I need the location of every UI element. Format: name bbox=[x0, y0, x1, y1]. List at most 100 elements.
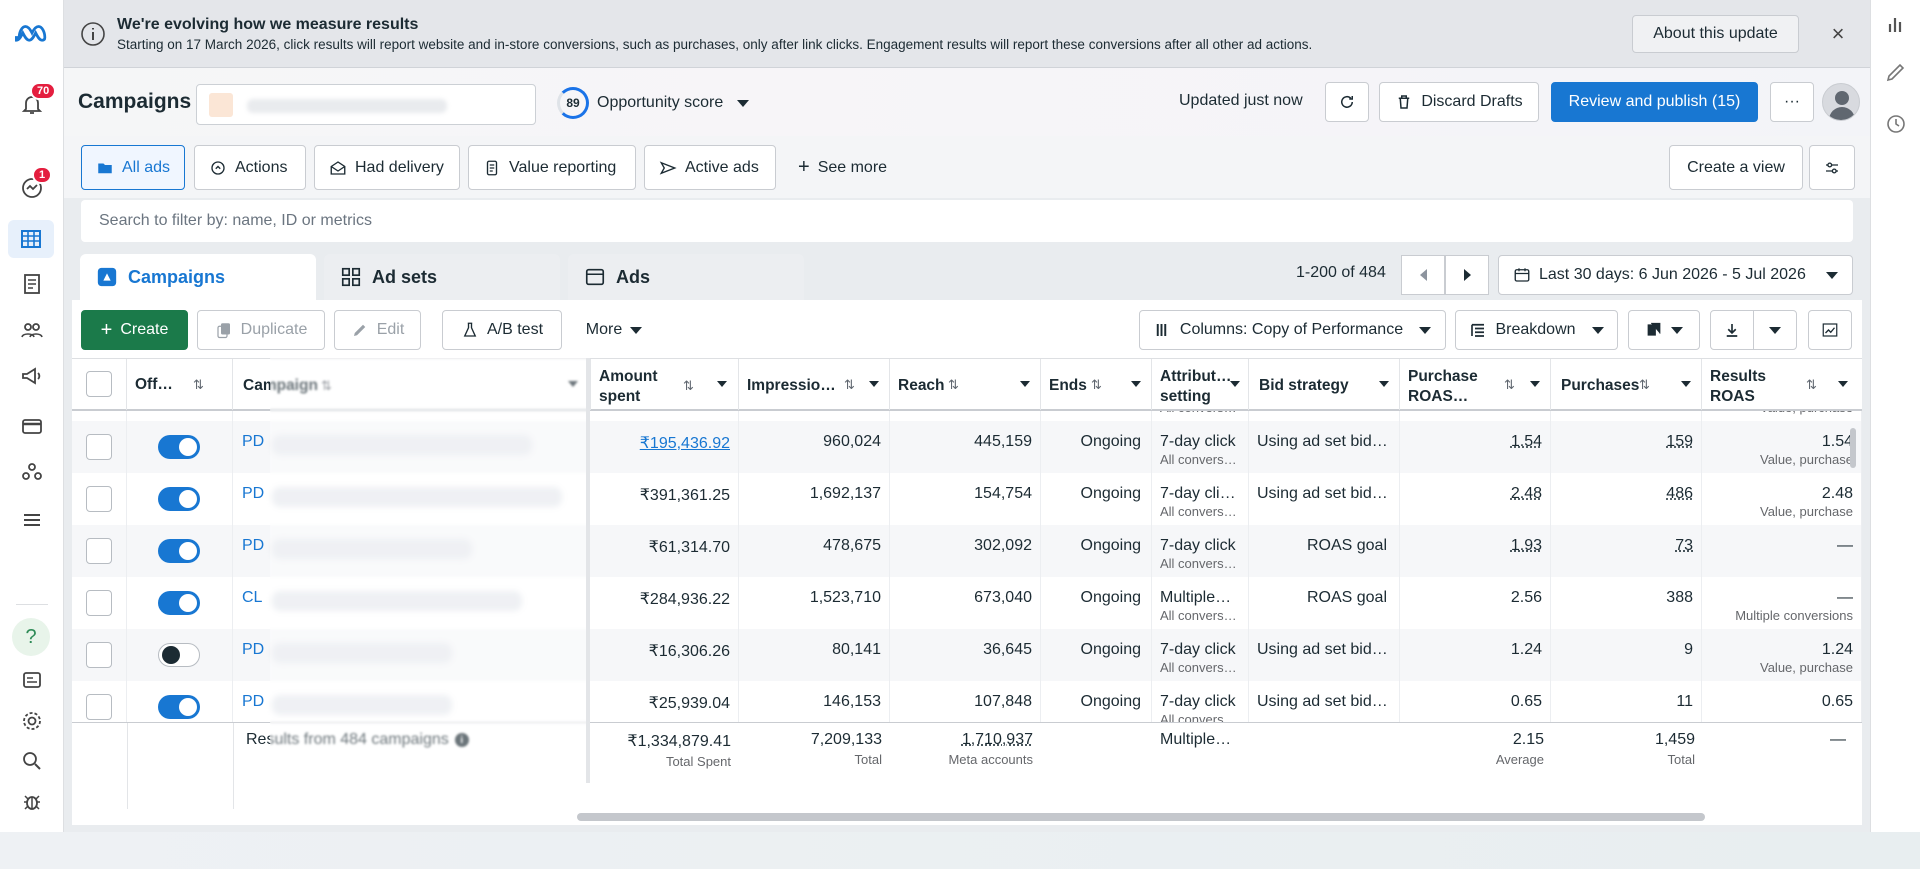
filter-had-delivery[interactable]: Had delivery bbox=[314, 145, 460, 190]
footer-value[interactable]: 1,710,937 bbox=[962, 731, 1033, 748]
col-header-ends[interactable]: Ends ⇅ bbox=[1041, 359, 1152, 410]
export-button[interactable] bbox=[1710, 310, 1754, 350]
table-row[interactable]: PD ₹391,361.25 1,692,137 154,754 Ongoing 7-da… bbox=[72, 473, 1862, 525]
billing-card-icon[interactable] bbox=[16, 410, 48, 442]
tab-campaigns[interactable]: Campaigns bbox=[80, 254, 316, 300]
catalog-icon[interactable] bbox=[16, 268, 48, 300]
history-clock-icon[interactable] bbox=[1884, 112, 1908, 136]
vertical-scrollbar[interactable] bbox=[1850, 428, 1856, 468]
col-header-attribution[interactable]: Attribut… setting bbox=[1152, 359, 1249, 410]
columns-button[interactable]: Columns: Copy of Performance bbox=[1139, 310, 1446, 350]
select-all-checkbox[interactable] bbox=[86, 371, 112, 397]
megaphone-icon[interactable] bbox=[16, 360, 48, 392]
flask-icon bbox=[463, 322, 477, 337]
col-header-reach[interactable]: Reach ⇅ bbox=[890, 359, 1041, 410]
col-header-campaign[interactable]: Campaign ⇅ bbox=[233, 359, 591, 410]
export-options-button[interactable] bbox=[1753, 310, 1797, 350]
table-row[interactable]: PD ₹16,306.26 80,141 36,645 Ongoing 7-day cli… bbox=[72, 629, 1862, 681]
row-checkbox[interactable] bbox=[86, 434, 112, 460]
close-icon[interactable]: × bbox=[1826, 22, 1850, 46]
reports-icon[interactable] bbox=[16, 664, 48, 696]
row-checkbox[interactable] bbox=[86, 590, 112, 616]
filter-chip-label: Had delivery bbox=[355, 158, 444, 176]
cell-value[interactable]: 159 bbox=[1666, 433, 1693, 450]
review-publish-button[interactable]: Review and publish (15) bbox=[1551, 82, 1758, 122]
col-header-purchase-roas[interactable]: Purchase ROAS… ⇅ bbox=[1400, 359, 1551, 410]
avatar[interactable] bbox=[1822, 83, 1860, 121]
see-more-button[interactable]: + See more bbox=[784, 145, 901, 190]
col-header-amount-spent[interactable]: Amount spent ⇅ bbox=[591, 359, 739, 410]
table-row[interactable]: PD ₹25,939.04 146,153 107,848 Ongoing 7-day c… bbox=[72, 681, 1862, 722]
row-checkbox[interactable] bbox=[86, 538, 112, 564]
info-icon[interactable]: i bbox=[454, 733, 469, 747]
ab-test-button[interactable]: A/B test bbox=[442, 310, 562, 350]
edit-button[interactable]: Edit bbox=[334, 310, 421, 350]
campaign-name-link[interactable]: PD bbox=[242, 693, 264, 711]
campaign-name-link[interactable]: PD bbox=[242, 433, 264, 451]
cell-value[interactable]: 486 bbox=[1666, 485, 1693, 502]
notifications-icon[interactable]: 70 bbox=[16, 82, 57, 120]
edit-pencil-icon[interactable] bbox=[1884, 60, 1908, 84]
table-row[interactable]: CL ₹284,936.22 1,523,710 673,040 Ongoing Mult… bbox=[72, 577, 1862, 629]
col-header-purchases[interactable]: Purchases ⇅ bbox=[1551, 359, 1702, 410]
filter-settings-button[interactable] bbox=[1809, 145, 1855, 190]
table-row[interactable]: PD ₹61,314.70 478,675 302,092 Ongoing 7-day c… bbox=[72, 525, 1862, 577]
chevron-down-icon bbox=[630, 326, 643, 334]
date-range-picker[interactable]: Last 30 days: 6 Jun 2026 - 5 Jul 2026 bbox=[1498, 255, 1853, 295]
account-selector[interactable] bbox=[196, 84, 536, 125]
campaign-name-link[interactable]: PD bbox=[242, 485, 264, 503]
search-input[interactable] bbox=[81, 200, 1853, 242]
about-update-button[interactable]: About this update bbox=[1632, 15, 1799, 53]
table-row[interactable]: PD ₹195,436.92 960,024 445,159 Ongoing 7-day … bbox=[72, 421, 1862, 473]
more-options-button[interactable]: ··· bbox=[1770, 82, 1814, 122]
bug-report-icon[interactable] bbox=[16, 786, 48, 818]
campaign-name-link[interactable]: CL bbox=[242, 589, 262, 607]
campaign-name-link[interactable]: PD bbox=[242, 641, 264, 659]
help-icon[interactable]: ? bbox=[12, 618, 50, 656]
reports-button[interactable] bbox=[1628, 310, 1700, 350]
col-header-impressions[interactable]: Impressio… ⇅ bbox=[739, 359, 890, 410]
cell-value[interactable]: 2.48 bbox=[1511, 485, 1542, 502]
refresh-button[interactable] bbox=[1325, 82, 1369, 122]
filter-value-reporting[interactable]: Value reporting bbox=[468, 145, 636, 190]
row-checkbox[interactable] bbox=[86, 486, 112, 512]
create-view-button[interactable]: Create a view bbox=[1669, 145, 1803, 190]
filter-active-ads[interactable]: Active ads bbox=[644, 145, 776, 190]
charts-button[interactable] bbox=[1808, 310, 1852, 350]
prev-page-button[interactable] bbox=[1401, 255, 1445, 295]
create-button[interactable]: + Create bbox=[81, 310, 188, 350]
duplicate-button[interactable]: Duplicate bbox=[197, 310, 325, 350]
meta-logo-icon[interactable] bbox=[14, 16, 50, 48]
audiences-icon[interactable] bbox=[16, 314, 48, 346]
business-tools-icon[interactable] bbox=[16, 456, 48, 488]
breakdown-button[interactable]: Breakdown bbox=[1455, 310, 1618, 350]
menu-icon[interactable] bbox=[16, 504, 48, 536]
messages-icon[interactable]: 1 bbox=[16, 166, 53, 204]
horizontal-scrollbar[interactable] bbox=[577, 813, 1705, 821]
cell-value[interactable]: 1.93 bbox=[1511, 537, 1542, 554]
tab-ad-sets[interactable]: Ad sets bbox=[324, 254, 560, 300]
col-header-offon[interactable]: Off… ⇅ bbox=[127, 359, 233, 410]
row-checkbox[interactable] bbox=[86, 694, 112, 720]
search-icon[interactable] bbox=[16, 745, 48, 777]
tab-ads[interactable]: Ads bbox=[568, 254, 804, 300]
table-row[interactable]: Re₹00,979.07500,009221,405Ongoing7-day c… bbox=[72, 411, 1862, 421]
next-page-button[interactable] bbox=[1445, 255, 1489, 295]
cell-value[interactable]: 73 bbox=[1675, 537, 1693, 554]
insights-bar-icon[interactable] bbox=[1884, 12, 1908, 36]
row-checkbox[interactable] bbox=[86, 642, 112, 668]
cell-value[interactable]: ₹195,436.92 bbox=[640, 435, 730, 452]
cell-amount: ₹284,936.22 bbox=[591, 577, 739, 629]
filter-actions[interactable]: Actions bbox=[194, 145, 306, 190]
col-header-results-roas[interactable]: Results ROAS ⇅ bbox=[1702, 359, 1862, 410]
discard-drafts-button[interactable]: Discard Drafts bbox=[1379, 82, 1539, 122]
opportunity-score[interactable]: 89 Opportunity score bbox=[557, 87, 750, 119]
chevron-down-icon bbox=[1838, 381, 1848, 387]
settings-gear-icon[interactable] bbox=[16, 705, 48, 737]
more-button[interactable]: More bbox=[570, 310, 658, 350]
filter-all-ads[interactable]: All ads bbox=[81, 145, 185, 190]
col-header-bid-strategy[interactable]: Bid strategy bbox=[1249, 359, 1400, 410]
campaign-name-link[interactable]: PD bbox=[242, 537, 264, 555]
cell-value[interactable]: 1.54 bbox=[1511, 433, 1542, 450]
ads-manager-table-icon[interactable] bbox=[8, 220, 54, 258]
